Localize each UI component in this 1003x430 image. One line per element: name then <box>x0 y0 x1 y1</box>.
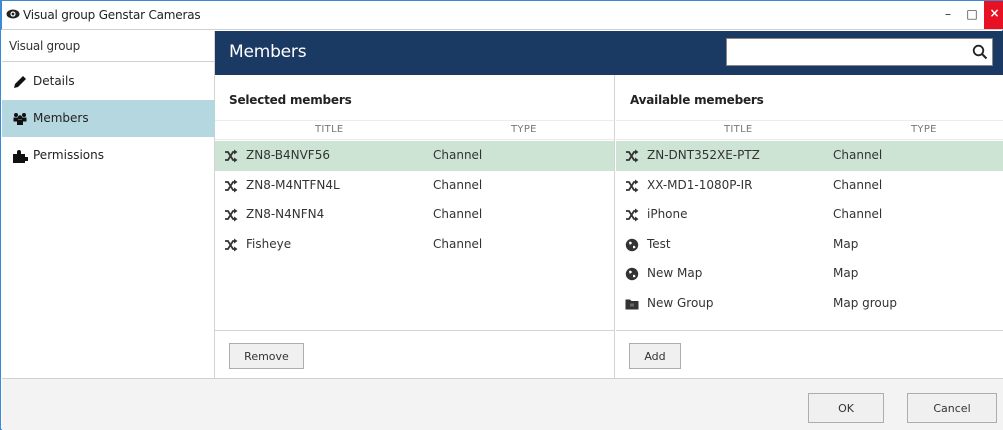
shuffle-icon <box>225 179 238 192</box>
sidebar-item-label: Permissions <box>33 148 104 162</box>
window-title: Visual group Genstar Cameras <box>23 8 201 22</box>
row-type: Channel <box>433 177 483 192</box>
shuffle-icon <box>626 149 639 163</box>
shuffle-icon <box>225 238 238 251</box>
shuffle-icon <box>626 179 639 192</box>
row-title: New Map <box>647 266 703 280</box>
dialog-footer: OK Cancel <box>2 378 1003 430</box>
title-bar: Visual group Genstar Cameras – □ × <box>1 0 1003 30</box>
row-type: Channel <box>433 236 483 251</box>
close-button[interactable]: × <box>984 1 1003 29</box>
folder-icon <box>625 299 639 309</box>
sidebar-item-permissions[interactable]: Permissions <box>2 137 215 174</box>
row-title: ZN8-N4NFN4 <box>246 207 325 221</box>
table-row[interactable]: iPhone Channel <box>616 200 1003 230</box>
column-header: TITLE TYPE <box>215 120 614 140</box>
table-row[interactable]: XX-MD1-1080P-IR Channel <box>616 171 1003 201</box>
remove-button[interactable]: Remove <box>229 343 304 369</box>
table-row[interactable]: ZN-DNT352XE-PTZ Channel <box>616 141 1003 171</box>
row-title: New Group <box>647 295 714 310</box>
minimize-button[interactable]: – <box>936 1 960 29</box>
table-row[interactable]: Fisheye Channel <box>215 230 614 260</box>
column-title[interactable]: TITLE <box>724 124 753 135</box>
available-members-panel: Available memebers TITLE TYPE ZN-DNT352X… <box>616 75 1003 378</box>
sidebar-item-details[interactable]: Details <box>2 63 215 100</box>
column-title[interactable]: TITLE <box>315 124 344 135</box>
row-title: Test <box>647 236 671 251</box>
table-row[interactable]: ZN8-B4NVF56 Channel <box>215 141 614 171</box>
selected-members-list: ZN8-B4NVF56 Channel ZN8-M4NTFN4L Channel… <box>215 141 614 259</box>
available-members-list: ZN-DNT352XE-PTZ Channel XX-MD1-1080P-IR … <box>616 141 1003 318</box>
row-type: Channel <box>833 207 883 221</box>
panel-title: Available memebers <box>630 93 764 107</box>
sidebar-item-label: Members <box>33 111 89 125</box>
row-type: Channel <box>433 207 483 221</box>
row-type: Channel <box>433 148 483 162</box>
search-input[interactable] <box>726 38 993 66</box>
row-title: XX-MD1-1080P-IR <box>647 177 753 192</box>
pencil-icon <box>14 76 26 88</box>
puzzle-icon <box>13 150 28 163</box>
row-title: iPhone <box>647 207 688 221</box>
panel-footer: Add <box>616 330 1003 378</box>
panel-footer: Remove <box>215 330 614 378</box>
row-type: Map <box>833 236 859 251</box>
column-type[interactable]: TYPE <box>511 124 537 135</box>
shuffle-icon <box>626 208 639 222</box>
sidebar-header: Visual group <box>2 31 215 62</box>
row-type: Channel <box>833 177 883 192</box>
table-row[interactable]: New Group Map group <box>616 289 1003 319</box>
page-title: Members <box>229 42 307 62</box>
eye-icon <box>6 9 20 19</box>
row-title: ZN8-M4NTFN4L <box>246 177 340 192</box>
search-icon[interactable] <box>972 44 988 60</box>
row-type: Map <box>833 266 859 280</box>
maximize-button[interactable]: □ <box>960 1 984 29</box>
sidebar: Visual group Details Members Permissions <box>2 31 215 378</box>
column-type[interactable]: TYPE <box>911 124 937 135</box>
cancel-button[interactable]: Cancel <box>907 393 997 423</box>
table-row[interactable]: New Map Map <box>616 259 1003 289</box>
panel-title: Selected members <box>229 93 352 107</box>
shuffle-icon <box>225 208 238 222</box>
row-type: Channel <box>833 148 883 162</box>
row-title: ZN-DNT352XE-PTZ <box>647 148 760 162</box>
sidebar-item-members[interactable]: Members <box>2 100 215 137</box>
page-header: Members <box>215 31 1003 75</box>
globe-icon <box>625 267 639 281</box>
column-header: TITLE TYPE <box>616 120 1003 140</box>
table-row[interactable]: ZN8-M4NTFN4L Channel <box>215 171 614 201</box>
shuffle-icon <box>225 149 238 163</box>
dialog-window: Visual group Genstar Cameras – □ × Visua… <box>0 0 1003 430</box>
table-row[interactable]: Test Map <box>616 230 1003 260</box>
row-title: ZN8-B4NVF56 <box>246 148 330 162</box>
table-row[interactable]: ZN8-N4NFN4 Channel <box>215 200 614 230</box>
row-title: Fisheye <box>246 236 292 251</box>
selected-members-panel: Selected members TITLE TYPE ZN8-B4NVF56 … <box>215 75 615 378</box>
members-icon <box>13 113 27 125</box>
globe-icon <box>625 238 639 251</box>
ok-button[interactable]: OK <box>808 393 884 423</box>
row-type: Map group <box>833 295 897 310</box>
sidebar-item-label: Details <box>33 74 75 88</box>
add-button[interactable]: Add <box>629 343 681 369</box>
